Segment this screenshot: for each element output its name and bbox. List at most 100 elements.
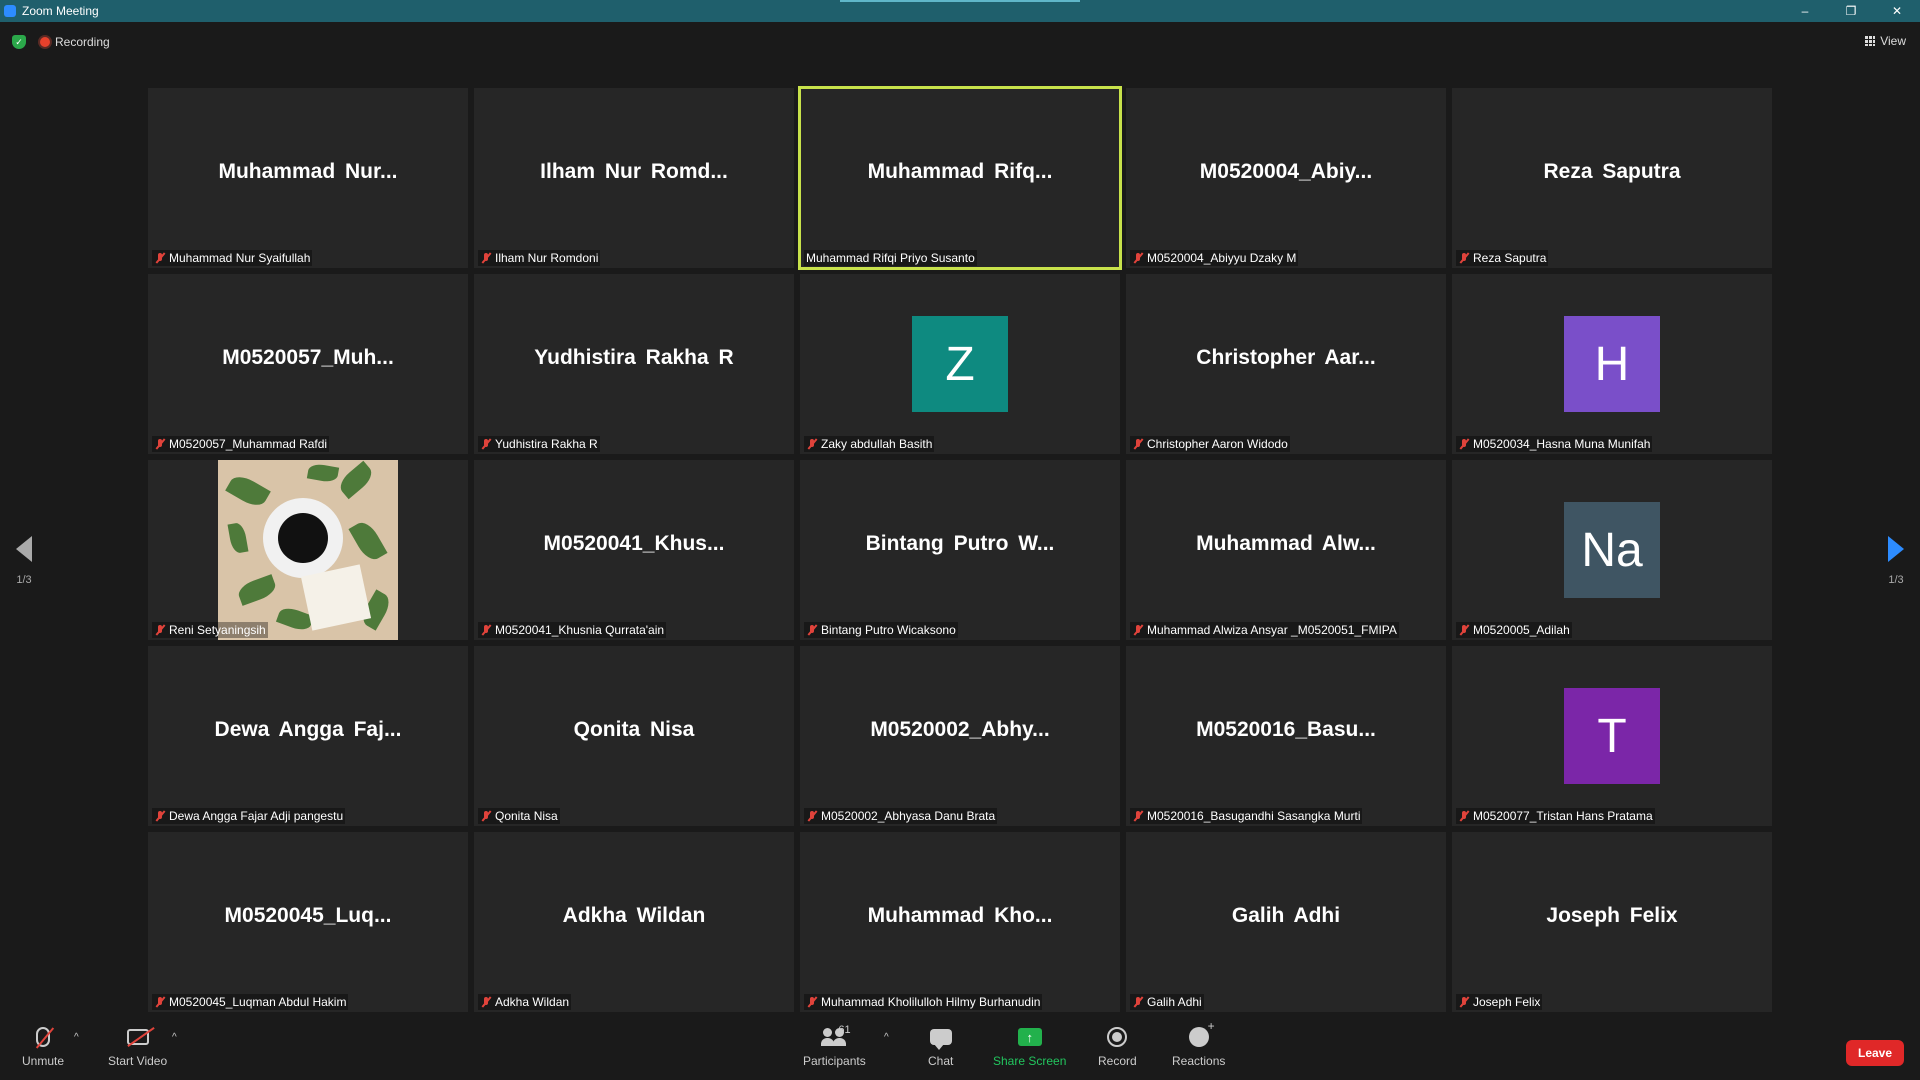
previous-page[interactable]: 1/3: [16, 536, 32, 586]
grid-view-icon: [1865, 36, 1876, 46]
participant-display-name: Reza Saputra: [1543, 160, 1681, 183]
participants-label: Participants: [803, 1054, 866, 1068]
participant-display-name: M0520057_Muh...: [222, 346, 394, 369]
participant-name-label: Christopher Aaron Widodo: [1130, 436, 1290, 452]
participant-name-label: M0520005_Adilah: [1456, 622, 1572, 638]
participant-tile[interactable]: Galih Adhi Galih Adhi: [1126, 832, 1446, 1012]
participant-name-label: M0520004_Abiyyu Dzaky M: [1130, 250, 1299, 266]
participant-tile[interactable]: H M0520034_Hasna Muna Munifah: [1452, 274, 1772, 454]
participant-tile[interactable]: Bintang Putro W... Bintang Putro Wicakson…: [800, 460, 1120, 640]
participant-full-name: M0520077_Tristan Hans Pratama: [1473, 809, 1653, 823]
participant-tile[interactable]: Dewa Angga Faj... Dewa Angga Fajar Adji p…: [148, 646, 468, 826]
participants-options-caret[interactable]: ^: [884, 1032, 889, 1043]
mic-muted-icon: [154, 810, 166, 822]
participant-tile[interactable]: Qonita Nisa Qonita Nisa: [474, 646, 794, 826]
share-screen-button[interactable]: ↑ Share Screen: [993, 1024, 1066, 1068]
participant-display-name: Qonita Nisa: [573, 718, 695, 741]
participant-tile[interactable]: M0520057_Muh... M0520057_Muhammad Rafdi: [148, 274, 468, 454]
participant-tile[interactable]: M0520002_Abhy... M0520002_Abhyasa Danu Br…: [800, 646, 1120, 826]
mic-muted-icon: [806, 438, 818, 450]
participant-name-label: Zaky abdullah Basith: [804, 436, 935, 452]
participant-full-name: M0520034_Hasna Muna Munifah: [1473, 437, 1651, 451]
audio-options-caret[interactable]: ^: [74, 1032, 79, 1043]
participant-tile[interactable]: Muhammad Nur... Muhammad Nur Syaifullah: [148, 88, 468, 268]
profile-photo: [218, 460, 398, 640]
participant-name-label: Dewa Angga Fajar Adji pangestu: [152, 808, 346, 824]
next-page[interactable]: 1/3: [1888, 536, 1904, 586]
participant-tile[interactable]: Z Zaky abdullah Basith: [800, 274, 1120, 454]
mic-muted-icon: [1132, 438, 1144, 450]
start-video-button[interactable]: Start Video: [108, 1024, 167, 1068]
participant-tile[interactable]: Muhammad Kho... Muhammad Kholilulloh Hilm…: [800, 832, 1120, 1012]
participant-tile[interactable]: Joseph Felix Joseph Felix: [1452, 832, 1772, 1012]
arrow-right-icon[interactable]: [1888, 536, 1904, 562]
participant-display-name: Muhammad Nur...: [218, 160, 398, 183]
participant-tile[interactable]: Muhammad Rifq... Muhammad Rifqi Priyo Sus…: [798, 86, 1122, 270]
participant-name-label: Bintang Putro Wicaksono: [804, 622, 958, 638]
leaf-decoration: [235, 574, 279, 606]
participant-tile[interactable]: Christopher Aar... Christopher Aaron Wido…: [1126, 274, 1446, 454]
mic-muted-icon: [1132, 252, 1144, 264]
participant-name-label: M0520077_Tristan Hans Pratama: [1456, 808, 1655, 824]
participant-name-label: Adkha Wildan: [478, 994, 572, 1010]
participant-full-name: Reza Saputra: [1473, 251, 1547, 265]
mic-muted-icon: [480, 252, 492, 264]
leaf-decoration: [227, 521, 249, 555]
participant-tile[interactable]: M0520045_Luq... M0520045_Luqman Abdul Hak…: [148, 832, 468, 1012]
participant-tile[interactable]: Na M0520005_Adilah: [1452, 460, 1772, 640]
unmute-button[interactable]: Unmute: [22, 1024, 64, 1068]
leaf-decoration: [335, 460, 377, 500]
share-screen-label: Share Screen: [993, 1054, 1067, 1068]
participant-full-name: M0520002_Abhyasa Danu Brata: [821, 809, 996, 823]
participant-name-label: M0520057_Muhammad Rafdi: [152, 436, 330, 452]
participant-name-label: M0520002_Abhyasa Danu Brata: [804, 808, 998, 824]
close-button[interactable]: ✕: [1874, 0, 1920, 22]
participant-avatar: Z: [912, 316, 1008, 412]
video-options-caret[interactable]: ^: [172, 1032, 177, 1043]
mic-muted-icon: [480, 810, 492, 822]
participant-name-label: Reza Saputra: [1456, 250, 1549, 266]
participant-full-name: M0520016_Basugandhi Sasangka Murti: [1147, 809, 1361, 823]
arrow-left-icon[interactable]: [16, 536, 32, 562]
participant-tile[interactable]: Reza Saputra Reza Saputra: [1452, 88, 1772, 268]
participant-full-name: M0520057_Muhammad Rafdi: [169, 437, 328, 451]
chat-button[interactable]: Chat: [928, 1024, 953, 1068]
participant-tile[interactable]: Reni Setyaningsih: [148, 460, 468, 640]
participant-full-name: Qonita Nisa: [495, 809, 558, 823]
view-button[interactable]: View: [1865, 34, 1906, 48]
participant-tile[interactable]: Yudhistira Rakha R Yudhistira Rakha R: [474, 274, 794, 454]
mic-muted-icon: [806, 996, 818, 1008]
participant-full-name: Joseph Felix: [1473, 995, 1541, 1009]
participant-full-name: Christopher Aaron Widodo: [1147, 437, 1288, 451]
participant-full-name: Muhammad Alwiza Ansyar _M0520051_FMIPA: [1147, 623, 1397, 637]
participant-tile[interactable]: T M0520077_Tristan Hans Pratama: [1452, 646, 1772, 826]
participant-tile[interactable]: Adkha Wildan Adkha Wildan: [474, 832, 794, 1012]
participant-full-name: M0520041_Khusnia Qurrata'ain: [495, 623, 665, 637]
participant-name-label: M0520016_Basugandhi Sasangka Murti: [1130, 808, 1363, 824]
participant-tile[interactable]: Ilham Nur Romd... Ilham Nur Romdoni: [474, 88, 794, 268]
participant-full-name: M0520005_Adilah: [1473, 623, 1570, 637]
participant-name-label: M0520034_Hasna Muna Munifah: [1456, 436, 1653, 452]
participant-avatar: T: [1564, 688, 1660, 784]
participant-tile[interactable]: M0520016_Basu... M0520016_Basugandhi Sasa…: [1126, 646, 1446, 826]
participants-button[interactable]: 61 Participants: [803, 1024, 866, 1068]
participant-gallery: Muhammad Nur... Muhammad Nur Syaifullah Il…: [148, 86, 1772, 1012]
reactions-icon: [1188, 1019, 1215, 1047]
restore-button[interactable]: ❐: [1828, 0, 1874, 22]
reactions-button[interactable]: Reactions: [1172, 1019, 1225, 1068]
participant-tile[interactable]: Muhammad Alw... Muhammad Alwiza Ansyar _M…: [1126, 460, 1446, 640]
leaf-decoration: [306, 462, 340, 484]
record-button[interactable]: Record: [1098, 1024, 1137, 1068]
participant-tile[interactable]: M0520004_Abiy... M0520004_Abiyyu Dzaky M: [1126, 88, 1446, 268]
video-off-icon: [126, 1029, 149, 1045]
security-shield-icon[interactable]: ✓: [12, 35, 26, 49]
minimize-button[interactable]: –: [1782, 0, 1828, 22]
participant-tile[interactable]: M0520041_Khus... M0520041_Khusnia Qurrata…: [474, 460, 794, 640]
leave-button[interactable]: Leave: [1846, 1040, 1904, 1066]
recording-indicator[interactable]: Recording: [40, 35, 110, 49]
participant-name-label: Joseph Felix: [1456, 994, 1543, 1010]
mic-muted-icon: [1458, 810, 1470, 822]
participant-display-name: Galih Adhi: [1231, 904, 1341, 927]
participant-name-label: Reni Setyaningsih: [152, 622, 268, 638]
record-label: Record: [1098, 1054, 1137, 1068]
